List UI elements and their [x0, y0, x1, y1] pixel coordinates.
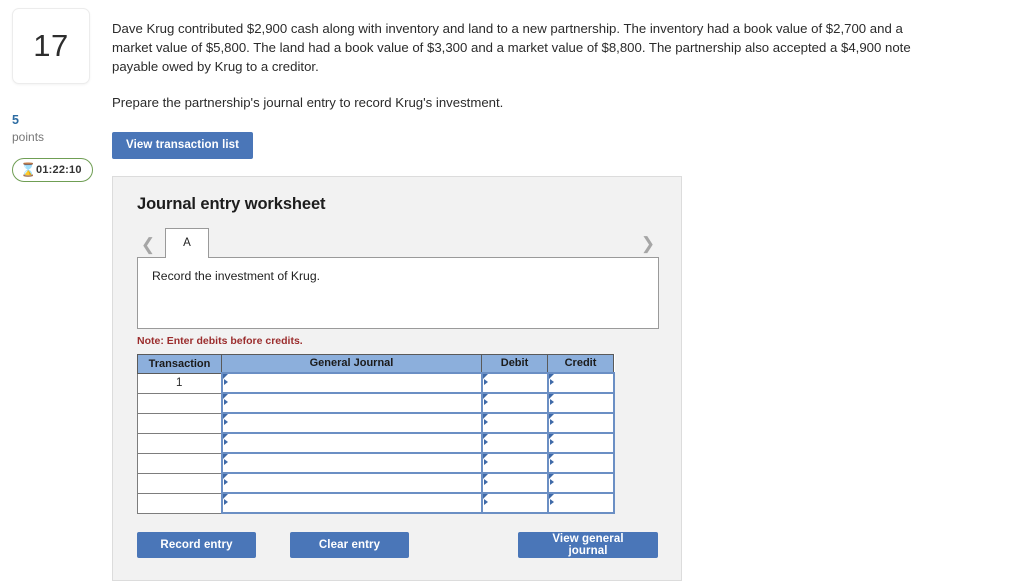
worksheet-instruction-text: Record the investment of Krug.	[152, 268, 321, 283]
worksheet-tab-a[interactable]: A	[165, 227, 209, 258]
general-journal-cell[interactable]	[220, 492, 483, 514]
debit-cell[interactable]	[480, 412, 549, 434]
timer-badge: ⌛ 01:22:10	[12, 157, 93, 182]
caret-right-icon	[223, 499, 228, 505]
credit-cell[interactable]	[546, 492, 615, 514]
caret-right-icon	[483, 499, 488, 505]
transaction-cell[interactable]	[137, 492, 222, 514]
credit-cell[interactable]	[546, 392, 615, 414]
view-general-journal-button[interactable]: View general journal	[518, 532, 658, 558]
caret-right-icon	[549, 399, 554, 405]
journal-entry-worksheet-panel: Journal entry worksheet ❮ A ❯ Record the…	[112, 175, 682, 581]
transaction-cell[interactable]	[137, 392, 222, 414]
table-row	[137, 392, 615, 414]
question-number: 17	[33, 28, 69, 63]
caret-right-icon	[223, 399, 228, 405]
caret-right-icon	[223, 379, 228, 385]
debit-cell[interactable]	[480, 472, 549, 494]
table-row: 1	[137, 372, 615, 394]
caret-right-icon	[549, 379, 554, 385]
clear-entry-button[interactable]: Clear entry	[290, 532, 409, 558]
caret-right-icon	[549, 459, 554, 465]
transaction-cell[interactable]	[137, 452, 222, 474]
record-entry-button[interactable]: Record entry	[137, 532, 256, 558]
general-journal-cell[interactable]	[220, 412, 483, 434]
points-label: points	[12, 129, 45, 144]
caret-right-icon	[223, 419, 228, 425]
caret-right-icon	[549, 419, 554, 425]
credit-cell[interactable]	[546, 372, 615, 394]
credit-cell[interactable]	[546, 412, 615, 434]
question-page: 17 5 points ⌛ 01:22:10 Dave Krug contrib…	[0, 0, 1024, 583]
question-number-card: 17	[12, 8, 90, 84]
points-block: 5 points	[12, 113, 104, 145]
debit-cell[interactable]	[480, 392, 549, 414]
worksheet-tabstrip: ❮ A ❯	[137, 227, 659, 258]
journal-entry-table: Transaction General Journal Debit Credit…	[137, 353, 615, 514]
caret-right-icon	[223, 459, 228, 465]
table-row	[137, 452, 615, 474]
general-journal-cell[interactable]	[220, 392, 483, 414]
general-journal-cell[interactable]	[220, 372, 483, 394]
chevron-right-icon[interactable]: ❯	[637, 231, 659, 257]
table-row	[137, 492, 615, 514]
debit-cell[interactable]	[480, 452, 549, 474]
question-paragraph-1: Dave Krug contributed $2,900 cash along …	[112, 21, 911, 74]
caret-right-icon	[483, 379, 488, 385]
worksheet-tab-a-label: A	[183, 237, 191, 249]
debit-cell[interactable]	[480, 492, 549, 514]
question-content: Dave Krug contributed $2,900 cash along …	[112, 0, 1017, 581]
caret-right-icon	[483, 459, 488, 465]
credit-cell[interactable]	[546, 432, 615, 454]
question-paragraph-2: Prepare the partnership's journal entry …	[112, 94, 504, 110]
column-header-credit: Credit	[547, 353, 614, 374]
column-header-debit: Debit	[481, 353, 548, 374]
caret-right-icon	[483, 419, 488, 425]
transaction-cell[interactable]	[137, 472, 222, 494]
general-journal-cell[interactable]	[220, 452, 483, 474]
credit-cell[interactable]	[546, 472, 615, 494]
worksheet-title: Journal entry worksheet	[137, 194, 326, 213]
table-header-row: Transaction General Journal Debit Credit	[137, 353, 614, 374]
table-row	[137, 432, 615, 454]
column-header-general-journal: General Journal	[221, 353, 482, 374]
general-journal-cell[interactable]	[220, 432, 483, 454]
transaction-cell[interactable]	[137, 412, 222, 434]
worksheet-actions: Record entry Clear entry View general jo…	[137, 532, 658, 558]
view-transaction-list-button[interactable]: View transaction list	[112, 131, 254, 159]
caret-right-icon	[483, 399, 488, 405]
question-rail: 17 5 points ⌛ 01:22:10	[12, 8, 104, 182]
caret-right-icon	[549, 499, 554, 505]
caret-right-icon	[483, 439, 488, 445]
general-journal-cell[interactable]	[220, 472, 483, 494]
worksheet-instruction-box: Record the investment of Krug.	[137, 256, 659, 329]
caret-right-icon	[223, 479, 228, 485]
table-row	[137, 412, 615, 434]
points-value: 5	[12, 113, 19, 127]
timer-value: 01:22:10	[36, 163, 82, 176]
table-row	[137, 472, 615, 494]
caret-right-icon	[549, 439, 554, 445]
caret-right-icon	[549, 479, 554, 485]
debit-cell[interactable]	[480, 372, 549, 394]
chevron-left-icon[interactable]: ❮	[137, 232, 159, 258]
caret-right-icon	[483, 479, 488, 485]
debit-cell[interactable]	[480, 432, 549, 454]
transaction-cell[interactable]	[137, 432, 222, 454]
credit-cell[interactable]	[546, 452, 615, 474]
column-header-transaction: Transaction	[137, 353, 222, 374]
caret-right-icon	[223, 439, 228, 445]
debits-before-credits-note: Note: Enter debits before credits.	[137, 334, 303, 347]
hourglass-icon: ⌛	[20, 161, 37, 177]
transaction-cell[interactable]: 1	[137, 372, 222, 394]
